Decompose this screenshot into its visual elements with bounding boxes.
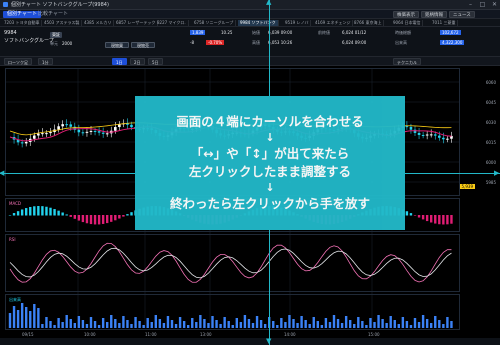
arrow-right-icon: ▶ (494, 169, 500, 177)
arrow-down-icon: ▼ (266, 337, 272, 345)
open-label: 始値 (252, 30, 260, 35)
unit-value: 2000 (62, 41, 73, 46)
stock-info-button[interactable]: 銘柄情報 (421, 11, 447, 18)
tab-compare-chart[interactable]: 比較チャート (34, 11, 72, 18)
price-tick: 6015 (485, 140, 496, 145)
price-tick: 6000 (485, 160, 496, 165)
window-title: 個別チャート ソフトバンクグループ(9984) (11, 2, 109, 8)
down-arrow-icon: ↓ (265, 131, 275, 144)
market-cap-value: 102,672 (440, 30, 461, 35)
price-tick: 6045 (485, 100, 496, 105)
interval-2day[interactable]: 2日 (130, 58, 145, 65)
price-display-button[interactable]: 株価表示 (393, 11, 419, 18)
window-controls: – □ ✕ (467, 1, 498, 8)
rsi-label: RSI (9, 237, 16, 242)
close-icon[interactable]: ✕ (491, 1, 498, 8)
x-axis-label: 14:00 (284, 332, 296, 337)
guide-line-bottom (269, 230, 270, 345)
volume-panel-label: 出来高 (9, 297, 21, 302)
market-badge: 東証 (50, 32, 62, 38)
bid-price: 1,839 (190, 30, 206, 35)
price-change-pct: -0.70% (206, 40, 225, 45)
volume-value: 4,322,300 (440, 40, 465, 45)
macd-label: MACD (9, 201, 21, 206)
price-tick: 6030 (485, 120, 496, 125)
arrow-up-icon: ▲ (266, 0, 272, 6)
rsi-panel: RSI (5, 234, 460, 292)
guide-line-right (405, 173, 500, 174)
maximize-icon[interactable]: □ (479, 1, 486, 8)
market-cap-label: 時価総額 (395, 30, 411, 35)
unit-label: 単元 (50, 41, 58, 46)
x-axis-label: 15:00 (368, 332, 380, 337)
guide-line-left (0, 173, 135, 174)
stock-tab[interactable]: 4503 アステラス製 (42, 20, 83, 26)
x-axis-label: 13:00 (200, 332, 212, 337)
down-arrow-icon: ↓ (265, 181, 275, 194)
low-value: 6,024 09:00 (342, 40, 367, 45)
chart-type-select[interactable]: ローソク足 (4, 58, 32, 65)
x-axis-label: 10:00 (84, 332, 96, 337)
stock-tab[interactable]: 6857 レーザーテック (114, 20, 159, 26)
technical-button[interactable]: テクニカル (393, 58, 421, 65)
open-value: 6,039 09:00 (268, 30, 293, 35)
volume-panel: 出来高 (5, 294, 460, 330)
chart-toolbar: ローソク足 1分 1日 2日 5日 テクニカル (0, 57, 500, 66)
interval-5day[interactable]: 5日 (148, 58, 163, 65)
prev-close-label: 前終値 (318, 30, 330, 35)
last-price-tag: 5,939 (459, 184, 475, 189)
stock-tab[interactable]: 7011 三菱重 (430, 20, 459, 26)
quote-extra: 10.25 (221, 30, 233, 35)
instruction-step-1: 画面の４端にカーソルを合わせる (176, 114, 364, 129)
tab-bar: 個別チャート 比較チャート 株価表示 銘柄情報 ニュース (0, 10, 500, 19)
sell-button[interactable]: 現物売 (131, 42, 155, 48)
price-tick: 6060 (485, 80, 496, 85)
guide-line-top (269, 0, 270, 96)
instruction-step-3: 左クリックしたまま調整する (188, 164, 352, 179)
instruction-overlay: 画面の４端にカーソルを合わせる ↓ 「↔」や「↕」が出て来たら 左クリックしたま… (135, 96, 405, 230)
price-tick: 5985 (485, 180, 496, 185)
stock-code: 9984 (4, 30, 17, 36)
buy-button[interactable]: 現物買 (105, 42, 129, 48)
news-button[interactable]: ニュース (449, 11, 475, 18)
stock-tab[interactable]: 9064 日本電信 (391, 20, 424, 26)
stock-tab-active[interactable]: 9984 ソフトバンク (238, 20, 279, 26)
x-axis-label: 09/15 (22, 332, 34, 337)
interval-1day[interactable]: 1日 (112, 58, 127, 65)
interval-1min[interactable]: 1分 (38, 58, 53, 65)
volume-label: 出来高 (395, 40, 407, 45)
stock-tab[interactable]: 8227 マイクロ. (155, 20, 189, 26)
instruction-step-4: 終わったら左クリックから手を放す (169, 196, 370, 211)
minimize-icon[interactable]: – (467, 1, 474, 8)
x-axis-label: 11:00 (145, 332, 157, 337)
stock-tab[interactable]: 4385 メルカリ (82, 20, 115, 26)
stock-tab-strip: 7203 トヨタ自動車 4503 アステラス製 4385 メルカリ 6857 レ… (0, 19, 500, 27)
price-change: -8 (190, 40, 194, 45)
stock-tab[interactable]: 8766 東京海上 (352, 20, 385, 26)
stock-name: ソフトバンクグループ (4, 38, 54, 44)
high-label: 高値 (252, 40, 260, 45)
prev-close-value: 6,024 01/12 (342, 30, 367, 35)
stock-tab[interactable]: 4169 エネチェンジ (313, 20, 354, 26)
instruction-step-2: 「↔」や「↕」が出て来たら (190, 146, 350, 161)
quote-info-row: 9984 ソフトバンクグループ 東証 単元 2000 現物買 現物売 1,839… (0, 27, 500, 57)
app-icon (3, 2, 8, 7)
stock-tab[interactable]: 6758 ソニーグループ (192, 20, 237, 26)
stock-tab[interactable]: 7203 トヨタ自動車 (2, 20, 43, 26)
high-value: 6,053 10:26 (268, 40, 293, 45)
title-bar[interactable]: 個別チャート ソフトバンクグループ(9984) – □ ✕ (0, 0, 500, 10)
arrow-left-icon: ◀ (0, 169, 5, 177)
stock-tab[interactable]: 9519 レノバ (283, 20, 312, 26)
